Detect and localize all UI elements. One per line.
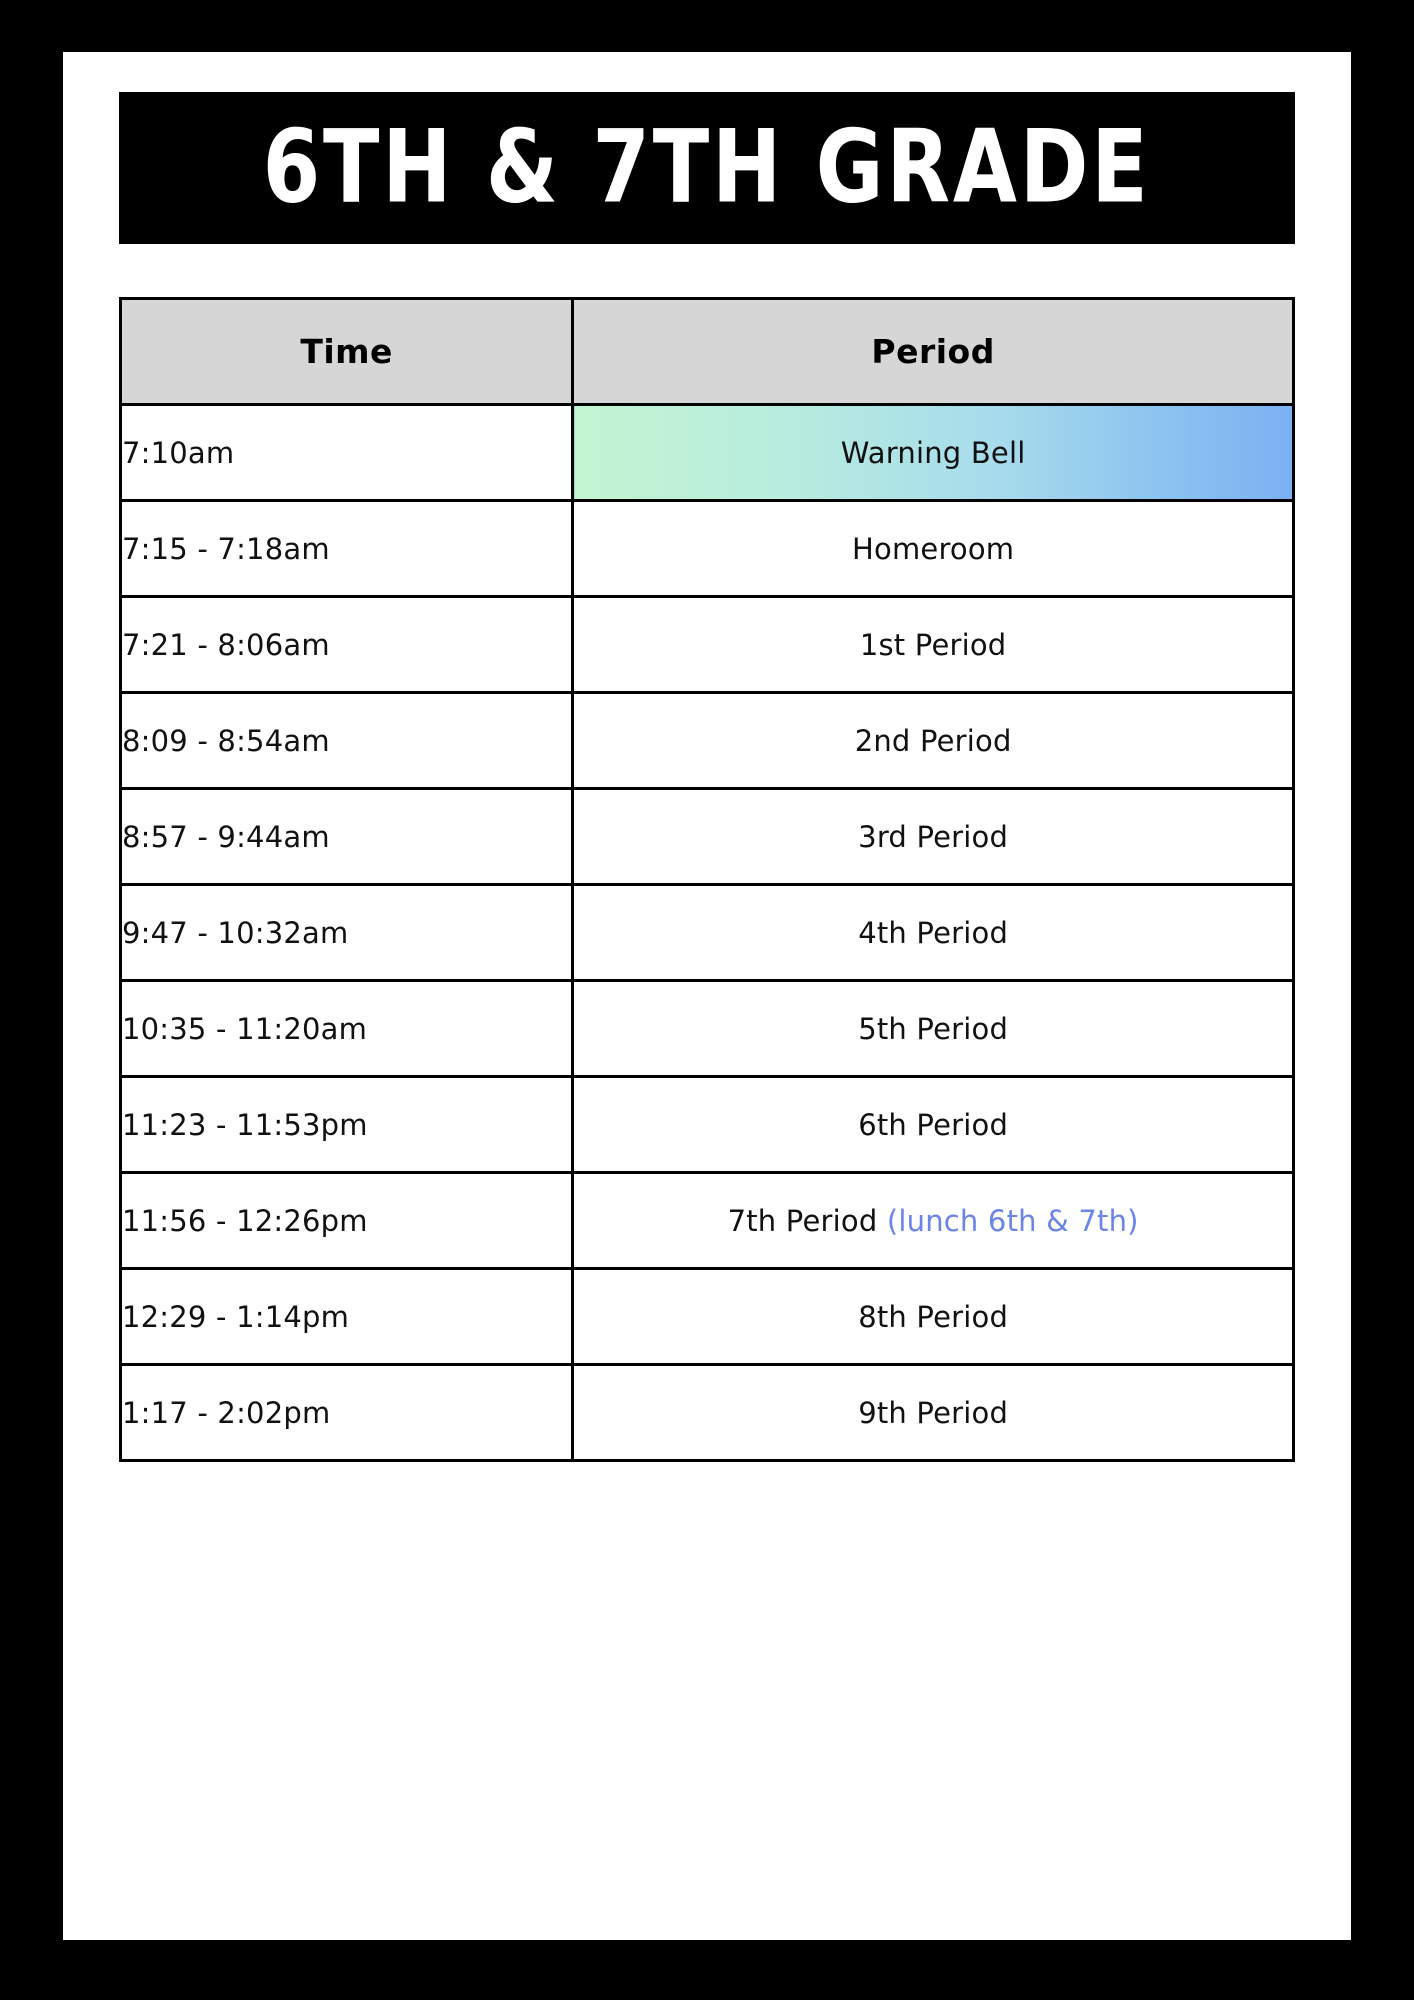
cell-period: Warning Bell xyxy=(571,403,1295,502)
table-row: 10:35 - 11:20am 5th Period xyxy=(118,979,1295,1078)
cell-time: 11:56 - 12:26pm xyxy=(118,1171,575,1270)
table-row: 8:09 - 8:54am 2nd Period xyxy=(118,691,1295,790)
cell-time: 9:47 - 10:32am xyxy=(118,883,575,982)
poster-page: 6th & 7th Grade Time Period 7:10am Warnin… xyxy=(0,0,1414,2000)
cell-period: 1st Period xyxy=(571,595,1295,694)
cell-time: 8:57 - 9:44am xyxy=(118,787,575,886)
cell-period: 8th Period xyxy=(571,1267,1295,1366)
cell-period: 7th Period (lunch 6th & 7th) xyxy=(571,1171,1295,1270)
column-header-period: Period xyxy=(571,297,1295,406)
table-row: 1:17 - 2:02pm 9th Period xyxy=(118,1363,1295,1462)
cell-time: 8:09 - 8:54am xyxy=(118,691,575,790)
cell-period: 3rd Period xyxy=(571,787,1295,886)
column-header-time: Time xyxy=(118,297,575,406)
table-row: 12:29 - 1:14pm 8th Period xyxy=(118,1267,1295,1366)
table-row: 9:47 - 10:32am 4th Period xyxy=(118,883,1295,982)
table-row: 11:23 - 11:53pm 6th Period xyxy=(118,1075,1295,1174)
table-row: 11:56 - 12:26pm 7th Period (lunch 6th & 7… xyxy=(118,1171,1295,1270)
period-note: (lunch 6th & 7th) xyxy=(886,1203,1139,1238)
cell-time: 11:23 - 11:53pm xyxy=(118,1075,575,1174)
cell-period: 5th Period xyxy=(571,979,1295,1078)
table-row: 7:15 - 7:18am Homeroom xyxy=(118,499,1295,598)
cell-period: 2nd Period xyxy=(571,691,1295,790)
table-row: 8:57 - 9:44am 3rd Period xyxy=(118,787,1295,886)
cell-time: 7:10am xyxy=(118,403,575,502)
cell-period: Homeroom xyxy=(571,499,1295,598)
title-banner: 6th & 7th Grade xyxy=(119,92,1295,244)
table-row: 7:21 - 8:06am 1st Period xyxy=(118,595,1295,694)
cell-time: 1:17 - 2:02pm xyxy=(118,1363,575,1462)
schedule-table: Time Period 7:10am Warning Bell 7:15 - 7:1… xyxy=(118,297,1295,1462)
table-row: 7:10am Warning Bell xyxy=(118,403,1295,502)
table-header-row: Time Period xyxy=(118,297,1295,406)
cell-time: 10:35 - 11:20am xyxy=(118,979,575,1078)
poster-sheet: 6th & 7th Grade Time Period 7:10am Warnin… xyxy=(63,52,1351,1940)
cell-time: 12:29 - 1:14pm xyxy=(118,1267,575,1366)
table-body: 7:10am Warning Bell 7:15 - 7:18am Homeroom 7… xyxy=(118,403,1295,1462)
cell-period: 9th Period xyxy=(571,1363,1295,1462)
cell-time: 7:21 - 8:06am xyxy=(118,595,575,694)
cell-period: 6th Period xyxy=(571,1075,1295,1174)
table-header: Time Period xyxy=(118,297,1295,406)
cell-time: 7:15 - 7:18am xyxy=(118,499,575,598)
page-title: 6th & 7th Grade xyxy=(263,108,1151,227)
period-label: 7th Period xyxy=(727,1203,878,1238)
cell-period: 4th Period xyxy=(571,883,1295,982)
